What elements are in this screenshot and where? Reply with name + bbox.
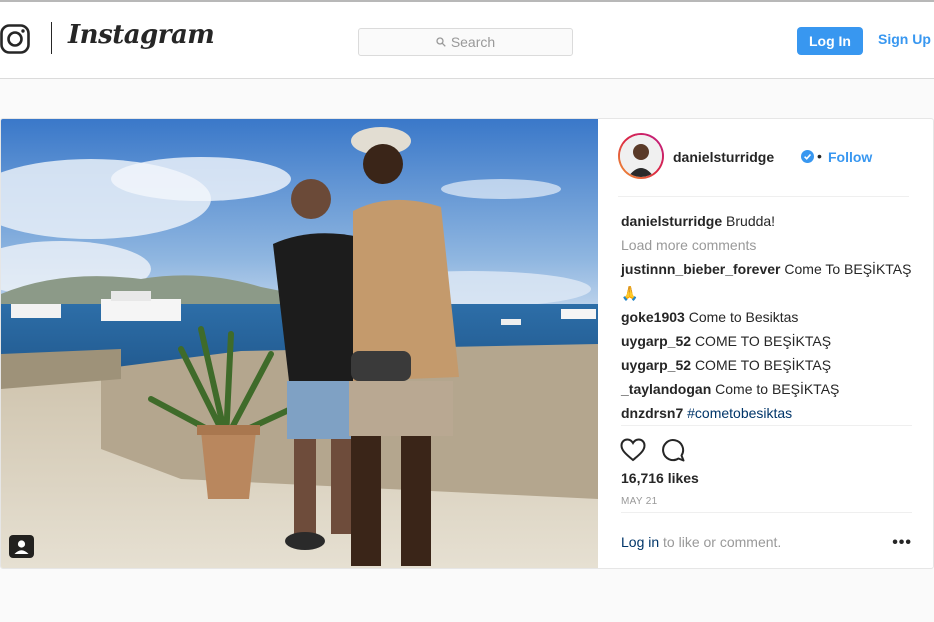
comment-username[interactable]: dnzdrsn7: [621, 405, 683, 421]
comment-icon[interactable]: [661, 438, 685, 462]
login-prompt-text: to like or comment.: [659, 534, 782, 550]
comment-username[interactable]: uygarp_52: [621, 357, 691, 373]
hashtag-link[interactable]: #cometobesiktas: [687, 405, 792, 421]
comment-text: Come to Besiktas: [688, 309, 799, 325]
follow-button[interactable]: Follow: [828, 149, 872, 165]
separator-dot: •: [817, 148, 822, 164]
comment-item: justinnn_bieber_forever Come To BEŞİKTAŞ…: [621, 257, 916, 305]
instagram-wordmark[interactable]: Instagram: [68, 20, 215, 50]
comment-item: uygarp_52 COME TO BEŞİKTAŞ: [621, 353, 916, 377]
comment-item: uygarp_52 COME TO BEŞİKTAŞ: [621, 329, 916, 353]
comment-username[interactable]: danielsturridge: [621, 213, 722, 229]
comment-username[interactable]: goke1903: [621, 309, 685, 325]
header-divider: [51, 22, 52, 54]
comment-text: Come to BEŞİKTAŞ: [715, 381, 840, 397]
search-icon: [436, 37, 446, 47]
verified-badge-icon: [801, 150, 814, 163]
more-options-icon[interactable]: •••: [892, 534, 912, 552]
search-input[interactable]: Search: [358, 28, 573, 56]
avatar[interactable]: [618, 133, 664, 179]
load-more-comments-button[interactable]: Load more comments: [621, 233, 916, 257]
tagged-user-icon: [14, 540, 29, 554]
comment-list: danielsturridge Brudda! Load more commen…: [621, 209, 916, 425]
comment-item: dnzdrsn7 #cometobesiktas: [621, 401, 916, 425]
avatar-image: [620, 135, 662, 177]
heart-icon[interactable]: [620, 438, 646, 462]
top-navigation: Instagram Search Log In Sign Up: [0, 2, 934, 79]
login-link[interactable]: Log in: [621, 534, 659, 550]
post-header: danielsturridge • Follow: [618, 133, 909, 197]
comment-text: Brudda!: [726, 213, 776, 229]
instagram-glyph-icon[interactable]: [0, 24, 30, 54]
comment-username[interactable]: _taylandogan: [621, 381, 711, 397]
post-username[interactable]: danielsturridge: [673, 149, 774, 165]
login-prompt: Log in to like or comment.: [621, 534, 781, 550]
post-sidebar: danielsturridge • Follow danielsturridge…: [598, 119, 933, 568]
search-placeholder: Search: [450, 34, 496, 50]
comment-text: COME TO BEŞİKTAŞ: [694, 357, 832, 373]
post-card: danielsturridge • Follow danielsturridge…: [0, 118, 934, 569]
post-photo[interactable]: [1, 119, 598, 568]
post-date: MAY 21: [621, 496, 658, 507]
caption: danielsturridge Brudda!: [621, 209, 916, 233]
like-count[interactable]: 16,716 likes: [621, 470, 699, 486]
post-footer: Log in to like or comment. •••: [621, 512, 912, 568]
comment-item: _taylandogan Come to BEŞİKTAŞ: [621, 377, 916, 401]
post-actions: 16,716 likes MAY 21: [620, 425, 912, 507]
comment-item: goke1903 Come to Besiktas: [621, 305, 916, 329]
photo-image: [1, 119, 598, 568]
signup-link[interactable]: Sign Up: [878, 31, 931, 47]
login-button[interactable]: Log In: [797, 27, 863, 55]
comment-username[interactable]: uygarp_52: [621, 333, 691, 349]
comment-text: COME TO BEŞİKTAŞ: [694, 333, 832, 349]
comment-username[interactable]: justinnn_bieber_forever: [621, 261, 781, 277]
tagged-user-button[interactable]: [9, 535, 34, 558]
